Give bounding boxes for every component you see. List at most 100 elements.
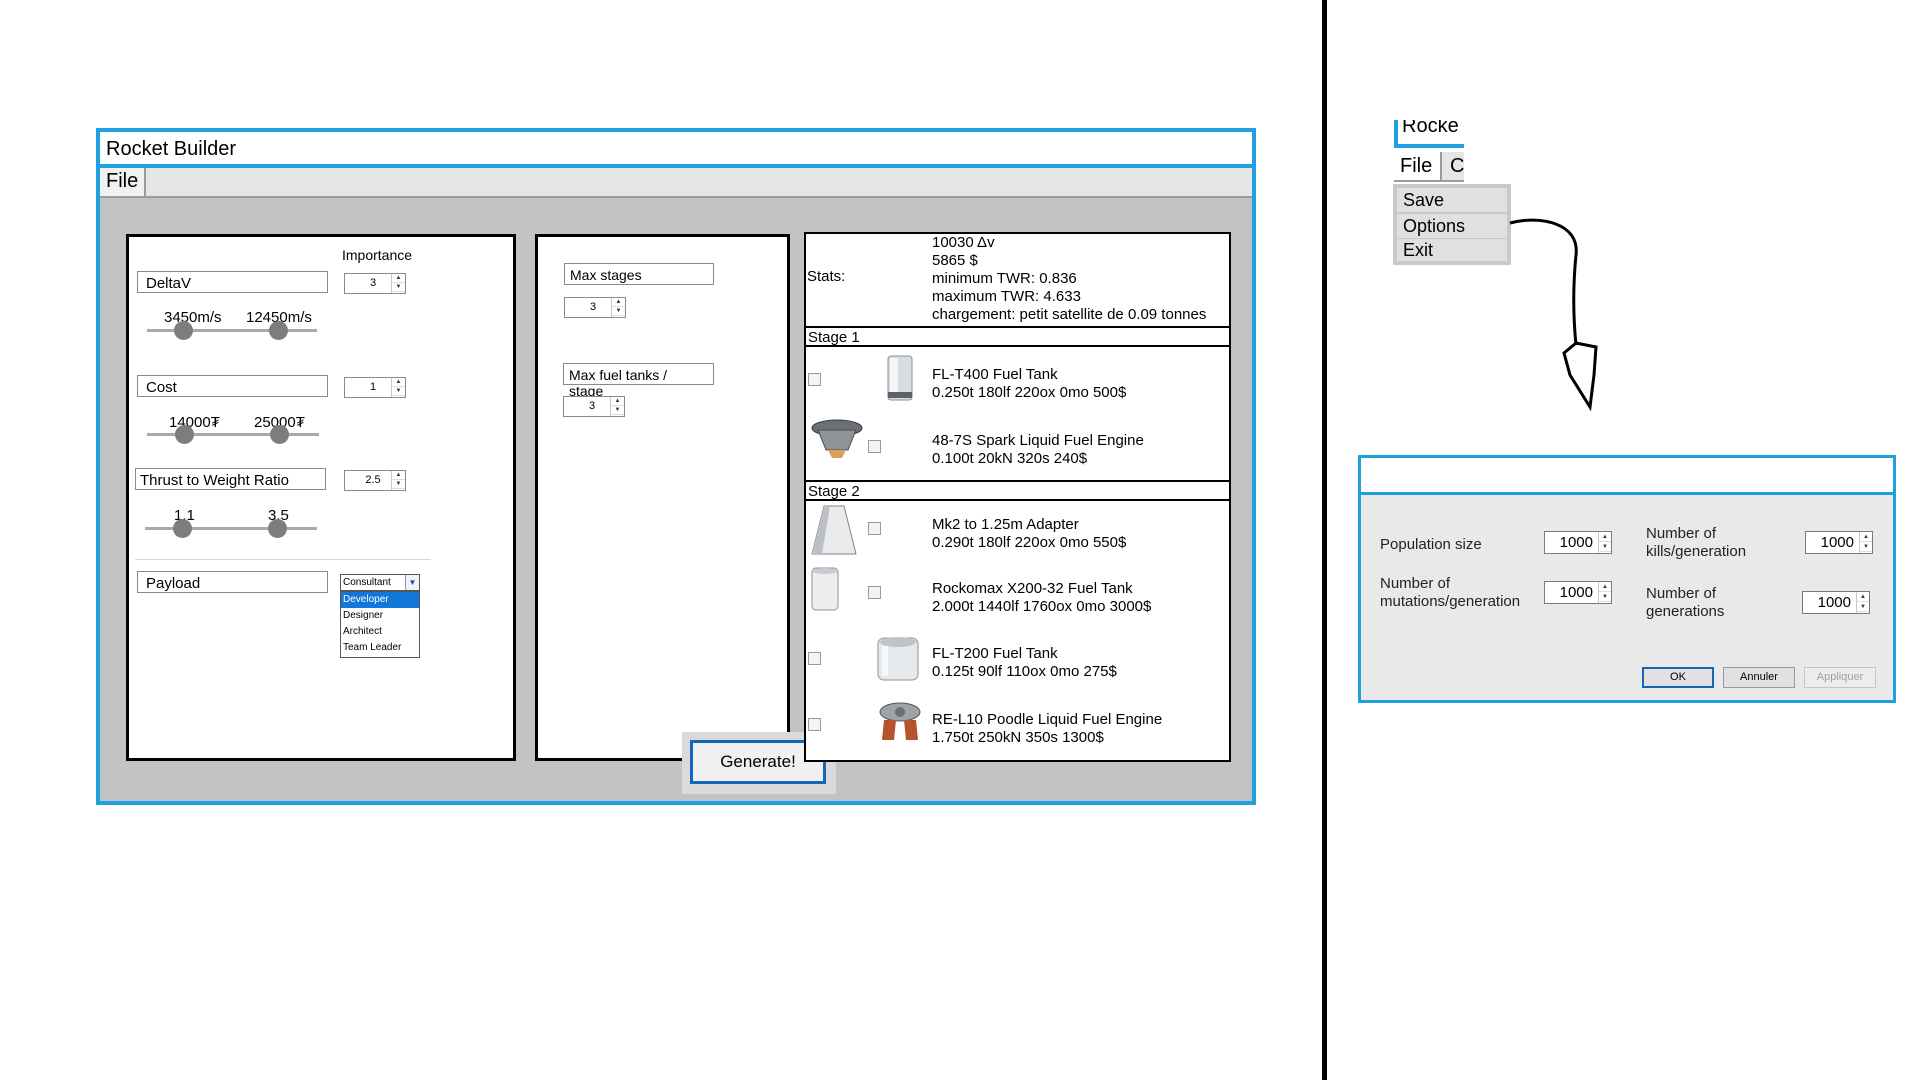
twr-importance-spinner[interactable]: 2.5 ▲ ▼ bbox=[344, 470, 406, 491]
apply-button[interactable]: Appliquer bbox=[1804, 667, 1876, 688]
spin-up-icon[interactable]: ▲ bbox=[1599, 532, 1611, 542]
spin-down-icon[interactable]: ▼ bbox=[1599, 542, 1611, 552]
mutations-per-generation-spinner[interactable]: 1000 ▲ ▼ bbox=[1544, 581, 1612, 604]
next-menu-fragment[interactable]: C bbox=[1450, 155, 1464, 178]
fuel-tank-icon bbox=[811, 567, 839, 611]
mutations-per-generation-label: Number of mutations/generation bbox=[1380, 575, 1520, 611]
spin-down-icon[interactable]: ▼ bbox=[1860, 542, 1872, 552]
twr-range-track[interactable] bbox=[145, 527, 317, 530]
max-fuel-tanks-label: Max fuel tanks / stage bbox=[569, 367, 668, 399]
cost-min-thumb[interactable] bbox=[175, 425, 194, 444]
spinner-buttons[interactable]: ▲ ▼ bbox=[391, 471, 405, 490]
deltav-importance-spinner[interactable]: 3 ▲ ▼ bbox=[344, 273, 406, 294]
divider-line bbox=[135, 559, 431, 560]
engine-icon bbox=[879, 702, 921, 740]
menu-file[interactable]: File bbox=[100, 168, 147, 196]
menu-mockup-bar: File C bbox=[1394, 152, 1464, 182]
part-name: 48-7S Spark Liquid Fuel Engine bbox=[932, 432, 1144, 449]
ok-button[interactable]: OK bbox=[1642, 667, 1714, 688]
twr-max-thumb[interactable] bbox=[268, 519, 287, 538]
broken-image-icon bbox=[868, 586, 881, 599]
stats-line: maximum TWR: 4.633 bbox=[932, 288, 1081, 305]
fuel-tank-icon bbox=[887, 355, 913, 401]
deltav-field[interactable]: DeltaV bbox=[137, 271, 328, 293]
spinner-buttons[interactable]: ▲ ▼ bbox=[1859, 532, 1872, 553]
payload-field[interactable]: Payload bbox=[137, 571, 328, 593]
deltav-max-thumb[interactable] bbox=[269, 321, 288, 340]
menu-file-open[interactable]: File bbox=[1394, 152, 1442, 180]
spin-up-icon[interactable]: ▲ bbox=[611, 397, 624, 406]
spinner-buttons[interactable]: ▲ ▼ bbox=[610, 397, 624, 416]
spin-down-icon[interactable]: ▼ bbox=[612, 307, 625, 316]
cost-field[interactable]: Cost bbox=[137, 375, 328, 397]
payload-dropdown-value: Consultant bbox=[343, 577, 391, 588]
twr-min-thumb[interactable] bbox=[173, 519, 192, 538]
vertical-divider bbox=[1322, 0, 1327, 1080]
spin-up-icon[interactable]: ▲ bbox=[1599, 582, 1611, 592]
spinner-buttons[interactable]: ▲ ▼ bbox=[1598, 532, 1611, 553]
max-stages-field[interactable]: Max stages bbox=[564, 263, 714, 285]
importance-header: Importance bbox=[342, 247, 413, 263]
population-size-spinner[interactable]: 1000 ▲ ▼ bbox=[1544, 531, 1612, 554]
kills-per-generation-spinner[interactable]: 1000 ▲ ▼ bbox=[1805, 531, 1873, 554]
deltav-label: DeltaV bbox=[146, 275, 192, 292]
spinner-buttons[interactable]: ▲ ▼ bbox=[611, 298, 625, 317]
spin-down-icon[interactable]: ▼ bbox=[611, 406, 624, 415]
spin-down-icon[interactable]: ▼ bbox=[1599, 592, 1611, 602]
spin-up-icon[interactable]: ▲ bbox=[1857, 592, 1869, 602]
max-fuel-tanks-spinner[interactable]: 3 ▲ ▼ bbox=[563, 396, 625, 417]
label-line: Number of bbox=[1380, 575, 1451, 592]
menu-item-save-rocket[interactable]: Save Rocket bbox=[1397, 188, 1507, 234]
deltav-min-thumb[interactable] bbox=[174, 321, 193, 340]
menu-bar: File bbox=[100, 168, 1252, 198]
spin-down-icon[interactable]: ▼ bbox=[1857, 602, 1869, 612]
spinner-buttons[interactable]: ▲ ▼ bbox=[391, 274, 405, 293]
window-title: Rocket Builder bbox=[106, 138, 237, 160]
chevron-down-icon[interactable]: ▼ bbox=[405, 575, 419, 590]
deltav-min-label: 3450m/s bbox=[164, 309, 222, 326]
spin-down-icon[interactable]: ▼ bbox=[392, 387, 405, 396]
part-specs: 2.000t 1440lf 1760ox 0mo 3000$ bbox=[932, 598, 1152, 615]
spin-down-icon[interactable]: ▼ bbox=[392, 283, 405, 292]
part-name: RE-L10 Poodle Liquid Fuel Engine bbox=[932, 711, 1163, 728]
stats-line: minimum TWR: 0.836 bbox=[932, 270, 1077, 287]
population-size-label: Population size bbox=[1380, 536, 1482, 553]
stats-label: Stats: bbox=[807, 268, 846, 285]
title-fragment: Rocke bbox=[1402, 120, 1459, 137]
spinner-buttons[interactable]: ▲ ▼ bbox=[1856, 592, 1869, 613]
engine-icon bbox=[811, 419, 863, 458]
kills-per-generation-label: Number of kills/generation bbox=[1646, 525, 1746, 561]
broken-image-icon bbox=[868, 522, 881, 535]
payload-dropdown[interactable]: Consultant ▼ bbox=[340, 574, 420, 591]
spin-up-icon[interactable]: ▲ bbox=[392, 378, 405, 387]
label-line: Number of bbox=[1646, 525, 1717, 542]
dropdown-option[interactable]: Architect bbox=[341, 624, 419, 640]
spin-up-icon[interactable]: ▲ bbox=[612, 298, 625, 307]
cost-importance-spinner[interactable]: 1 ▲ ▼ bbox=[344, 377, 406, 398]
dropdown-option[interactable]: Designer bbox=[341, 608, 419, 624]
deltav-range-track[interactable] bbox=[147, 329, 317, 332]
adapter-icon bbox=[811, 505, 857, 555]
spinner-buttons[interactable]: ▲ ▼ bbox=[391, 378, 405, 397]
payload-label: Payload bbox=[146, 575, 201, 592]
generations-spinner[interactable]: 1000 ▲ ▼ bbox=[1802, 591, 1870, 614]
dropdown-option[interactable]: Developer bbox=[341, 592, 419, 608]
broken-image-icon bbox=[808, 373, 821, 386]
spinner-buttons[interactable]: ▲ ▼ bbox=[1598, 582, 1611, 603]
label-line: mutations/generation bbox=[1380, 593, 1521, 610]
cancel-button[interactable]: Annuler bbox=[1723, 667, 1795, 688]
spin-up-icon[interactable]: ▲ bbox=[392, 471, 405, 480]
menu-item-options[interactable]: Options bbox=[1397, 214, 1507, 238]
spin-up-icon[interactable]: ▲ bbox=[392, 274, 405, 283]
dropdown-option[interactable]: Team Leader bbox=[341, 640, 419, 656]
cost-range-track[interactable] bbox=[147, 433, 319, 436]
spin-up-icon[interactable]: ▲ bbox=[1860, 532, 1872, 542]
max-fuel-tanks-field[interactable]: Max fuel tanks / stage bbox=[563, 363, 714, 399]
objectives-panel: Importance DeltaV 3 ▲ ▼ 3450m/s 12450m/s … bbox=[126, 234, 516, 761]
max-stages-spinner[interactable]: 3 ▲ ▼ bbox=[564, 297, 626, 318]
stats-line: 5865 $ bbox=[932, 252, 978, 269]
menu-item-exit[interactable]: Exit bbox=[1397, 239, 1507, 261]
spin-down-icon[interactable]: ▼ bbox=[392, 480, 405, 489]
cost-max-thumb[interactable] bbox=[270, 425, 289, 444]
twr-field[interactable]: Thrust to Weight Ratio bbox=[135, 468, 326, 490]
